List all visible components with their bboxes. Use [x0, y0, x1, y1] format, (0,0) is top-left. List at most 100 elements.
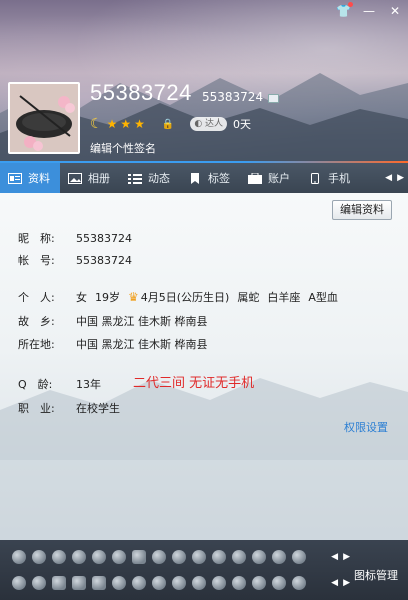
- arrow-right-icon[interactable]: ▶: [343, 578, 350, 588]
- note-text: 二代三间 无证无手机: [133, 376, 255, 391]
- game-icon[interactable]: [132, 550, 146, 564]
- arrow-right-icon[interactable]: ▶: [343, 552, 350, 562]
- tab-account[interactable]: 账户: [240, 163, 300, 193]
- icon-management-link[interactable]: 图标管理: [354, 567, 398, 583]
- tab-label: 资料: [28, 172, 50, 185]
- feed-icon: [128, 173, 142, 184]
- tab-scroll-arrows: ◀ ▶: [385, 173, 408, 183]
- crown-icon: ♛: [128, 290, 139, 304]
- heart-icon[interactable]: [292, 550, 306, 564]
- tab-album[interactable]: 相册: [60, 163, 120, 193]
- file-icon[interactable]: [52, 576, 66, 590]
- notification-dot: [348, 2, 353, 7]
- diamond-icon[interactable]: [232, 550, 246, 564]
- qage-label: Q 龄:: [18, 378, 53, 391]
- profile-nickname: 55383724: [90, 80, 192, 105]
- profile-card-icon: [8, 172, 22, 184]
- star-level-icon: ★: [134, 117, 145, 131]
- arrow-right-icon[interactable]: ▶: [397, 173, 404, 183]
- close-icon[interactable]: ✕: [388, 4, 402, 18]
- arrow-left-icon[interactable]: ◀: [331, 552, 338, 562]
- level-row: ☾ ★ ★ ★ 🔒 ◐ 达人 0天: [90, 116, 251, 132]
- location-label: 所在地:: [18, 338, 55, 351]
- tab-label: 动态: [148, 172, 170, 185]
- lock-icon[interactable]: 🔒: [162, 119, 174, 130]
- diamond-icon[interactable]: [152, 550, 166, 564]
- shield-icon[interactable]: [152, 576, 166, 590]
- tab-label: 相册: [88, 172, 110, 185]
- avatar[interactable]: [8, 82, 80, 154]
- edit-profile-button[interactable]: 编辑资料: [332, 200, 392, 220]
- nickname-row: 昵 称: 55383724: [18, 230, 140, 246]
- star-level-icon: ★: [120, 117, 132, 131]
- service-icons-row-1: [12, 550, 306, 564]
- tab-phone[interactable]: 手机: [300, 163, 360, 193]
- hometown-value: 中国 黑龙江 佳木斯 桦南县: [76, 315, 208, 328]
- mail-icon[interactable]: [212, 576, 226, 590]
- nickname-value: 55383724: [76, 232, 132, 245]
- heart-icon[interactable]: [252, 550, 266, 564]
- diamond-icon[interactable]: [72, 550, 86, 564]
- job-value: 在校学生: [76, 402, 120, 415]
- star-icon[interactable]: [32, 576, 46, 590]
- emoticon-icon[interactable]: [132, 576, 146, 590]
- qage-row: Q 龄: 13年: [18, 376, 109, 392]
- heart-icon[interactable]: [12, 550, 26, 564]
- diamond-icon[interactable]: [172, 550, 186, 564]
- qzone-icon[interactable]: [12, 576, 26, 590]
- account-value: 55383724: [76, 254, 132, 267]
- qage-value: 13年: [76, 378, 101, 391]
- minimize-icon[interactable]: —: [362, 4, 376, 18]
- music-icon[interactable]: [112, 576, 126, 590]
- tab-bar: 资料 相册 动态 标签 账户 手机 ◀ ▶: [0, 163, 408, 193]
- phone-icon: [311, 172, 319, 184]
- shield-icon[interactable]: [272, 576, 286, 590]
- diamond-icon[interactable]: [212, 550, 226, 564]
- pet-icon[interactable]: [232, 576, 246, 590]
- permission-settings-link[interactable]: 权限设置: [344, 419, 388, 435]
- window-controls: 👕 — ✕: [336, 2, 402, 18]
- job-row: 职 业: 在校学生: [18, 400, 128, 416]
- personal-label: 个 人:: [18, 291, 55, 304]
- account-label: 帐 号:: [18, 254, 55, 267]
- id-card-icon[interactable]: [268, 94, 279, 103]
- personal-row: 个 人: 女 19岁 ♛ 4月5日(公历生日) 属蛇 白羊座 A型血: [18, 289, 346, 305]
- age-value: 19岁: [95, 291, 120, 304]
- tab-tags[interactable]: 标签: [180, 163, 240, 193]
- app-icon[interactable]: [72, 576, 86, 590]
- tab-label: 标签: [208, 172, 230, 185]
- diamond-icon[interactable]: [92, 550, 106, 564]
- daren-badge[interactable]: ◐ 达人: [190, 117, 228, 131]
- icon-row-2-arrows: ◀ ▶: [331, 578, 350, 588]
- shirt-icon[interactable]: 👕: [336, 2, 353, 18]
- heart-icon[interactable]: [32, 550, 46, 564]
- diamond-icon[interactable]: [112, 550, 126, 564]
- award-icon[interactable]: [52, 550, 66, 564]
- gender-value: 女: [76, 291, 87, 304]
- tab-profile[interactable]: 资料: [0, 163, 60, 193]
- icon-row-1-arrows: ◀ ▶: [331, 552, 350, 562]
- location-value: 中国 黑龙江 佳木斯 桦南县: [76, 338, 208, 351]
- tab-label: 账户: [268, 172, 290, 185]
- tab-feed[interactable]: 动态: [120, 163, 180, 193]
- bird-icon[interactable]: [252, 576, 266, 590]
- shield-icon[interactable]: [172, 576, 186, 590]
- moon-level-icon: ☾: [90, 116, 103, 132]
- arrow-left-icon[interactable]: ◀: [385, 173, 392, 183]
- profile-content: 编辑资料 昵 称: 55383724 帐 号: 55383724 个 人: 女 …: [0, 193, 408, 540]
- photo-icon: [68, 172, 82, 184]
- birthday-value: 4月5日(公历生日): [140, 291, 230, 304]
- account-row: 帐 号: 55383724: [18, 252, 140, 268]
- nickname-label: 昵 称:: [18, 232, 55, 245]
- diamond-icon[interactable]: [192, 550, 206, 564]
- location-row: 所在地: 中国 黑龙江 佳木斯 桦南县: [18, 336, 216, 352]
- photo-icon[interactable]: [92, 576, 106, 590]
- constellation-value: 白羊座: [267, 291, 301, 304]
- globe-icon[interactable]: [192, 576, 206, 590]
- game-icon[interactable]: [292, 576, 306, 590]
- wallet-icon: [248, 172, 262, 184]
- job-label: 职 业:: [18, 402, 55, 415]
- diamond-icon[interactable]: [272, 550, 286, 564]
- arrow-left-icon[interactable]: ◀: [331, 578, 338, 588]
- signature-edit[interactable]: 编辑个性签名: [90, 140, 156, 156]
